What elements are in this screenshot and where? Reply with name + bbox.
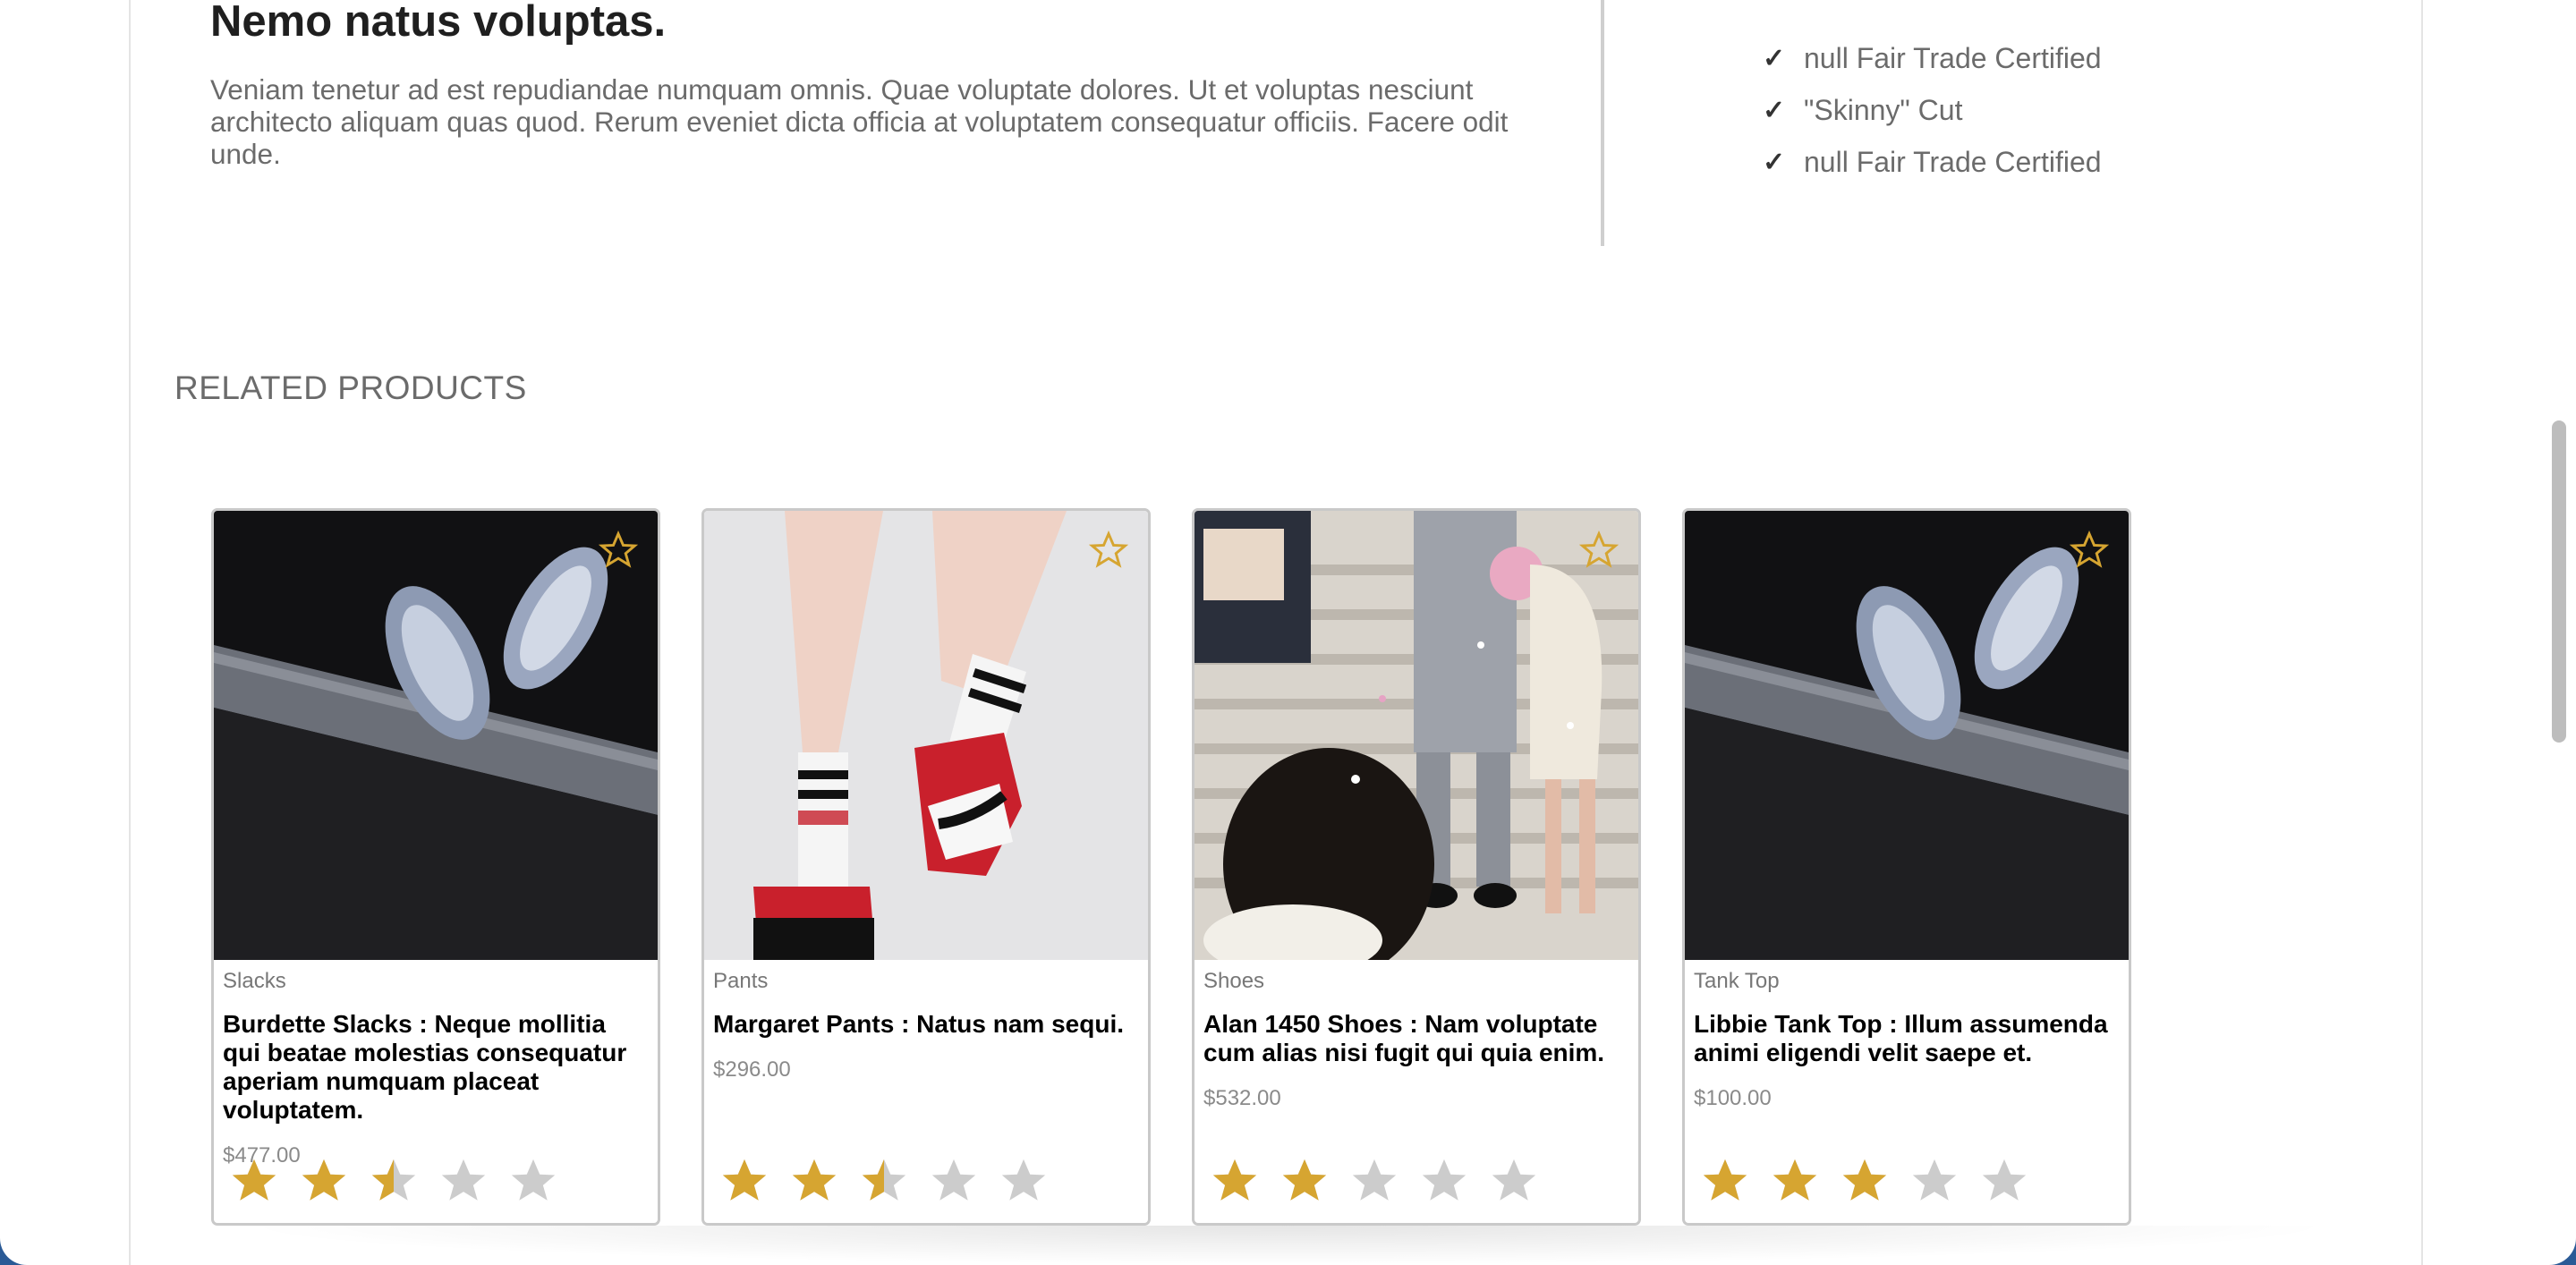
star-filled-icon <box>1773 1159 1817 1201</box>
page-bottom-shadow <box>233 1226 2344 1265</box>
star-filled-icon <box>1282 1159 1327 1201</box>
star-half-icon <box>371 1159 416 1201</box>
star-filled-icon <box>232 1159 276 1201</box>
star-empty-icon <box>441 1159 486 1201</box>
product-category: Shoes <box>1203 969 1265 993</box>
checkmark-icon: ✓ <box>1763 43 1786 73</box>
star-empty-icon <box>1912 1159 1957 1201</box>
star-empty-icon <box>1352 1159 1397 1201</box>
feature-list: ✓ null Fair Trade Certified ✓ "Skinny" Cut… <box>1763 32 2102 188</box>
star-filled-icon <box>792 1159 837 1201</box>
rating-stars <box>718 1155 1050 1207</box>
star-half-icon <box>862 1159 906 1201</box>
rating-stars <box>1209 1155 1540 1207</box>
favorite-star-icon[interactable] <box>1578 530 1620 570</box>
related-products-heading: RELATED PRODUCTS <box>174 369 527 406</box>
favorite-star-icon[interactable] <box>598 530 639 570</box>
description-title: Nemo natus voluptas. <box>210 0 667 46</box>
checkmark-icon: ✓ <box>1763 147 1786 177</box>
feature-label: null Fair Trade Certified <box>1804 41 2102 74</box>
star-empty-icon <box>511 1159 556 1201</box>
star-filled-icon <box>722 1159 767 1201</box>
product-page: Nemo natus voluptas. Veniam tenetur ad e… <box>0 0 2576 1265</box>
product-price: $296.00 <box>713 1057 791 1082</box>
checkmark-icon: ✓ <box>1763 95 1786 125</box>
feature-label: "Skinny" Cut <box>1804 93 1963 126</box>
star-empty-icon <box>1492 1159 1536 1201</box>
feature-item: ✓ "Skinny" Cut <box>1763 84 2102 136</box>
product-card[interactable]: Tank Top Libbie Tank Top : Illum assumen… <box>1682 508 2131 1226</box>
feature-item: ✓ null Fair Trade Certified <box>1763 32 2102 84</box>
rating-stars <box>1699 1155 2030 1207</box>
star-filled-icon <box>1842 1159 1887 1201</box>
rating-stars <box>228 1155 559 1207</box>
product-category: Slacks <box>223 969 286 993</box>
product-image[interactable] <box>1685 511 2129 960</box>
feature-item: ✓ null Fair Trade Certified <box>1763 136 2102 188</box>
product-title[interactable]: Libbie Tank Top : Illum assumenda animi … <box>1694 1010 2114 1067</box>
description-text: Veniam tenetur ad est repudiandae numqua… <box>210 73 1509 170</box>
favorite-star-icon[interactable] <box>1088 530 1129 570</box>
scrollbar-thumb[interactable] <box>2552 420 2566 743</box>
star-filled-icon <box>302 1159 346 1201</box>
content-border-right <box>2421 0 2423 1265</box>
product-title[interactable]: Alan 1450 Shoes : Nam voluptate cum alia… <box>1203 1010 1624 1067</box>
star-empty-icon <box>931 1159 976 1201</box>
product-price: $532.00 <box>1203 1086 1281 1110</box>
star-filled-icon <box>1703 1159 1747 1201</box>
product-title[interactable]: Margaret Pants : Natus nam sequi. <box>713 1010 1134 1039</box>
feature-label: null Fair Trade Certified <box>1804 145 2102 178</box>
section-divider <box>1601 0 1604 246</box>
product-card[interactable]: Pants Margaret Pants : Natus nam sequi. … <box>701 508 1151 1226</box>
star-empty-icon <box>1422 1159 1467 1201</box>
product-price: $100.00 <box>1694 1086 1772 1110</box>
product-card[interactable]: Slacks Burdette Slacks : Neque mollitia … <box>211 508 660 1226</box>
product-card[interactable]: Shoes Alan 1450 Shoes : Nam voluptate cu… <box>1192 508 1641 1226</box>
favorite-star-icon[interactable] <box>2069 530 2110 570</box>
product-title[interactable]: Burdette Slacks : Neque mollitia qui bea… <box>223 1010 643 1125</box>
star-empty-icon <box>1982 1159 2027 1201</box>
star-filled-icon <box>1212 1159 1257 1201</box>
product-image[interactable] <box>704 511 1148 960</box>
star-empty-icon <box>1001 1159 1046 1201</box>
content-border-left <box>129 0 131 1265</box>
product-category: Pants <box>713 969 769 993</box>
product-category: Tank Top <box>1694 969 1780 993</box>
product-image[interactable] <box>214 511 658 960</box>
product-image[interactable] <box>1194 511 1638 960</box>
